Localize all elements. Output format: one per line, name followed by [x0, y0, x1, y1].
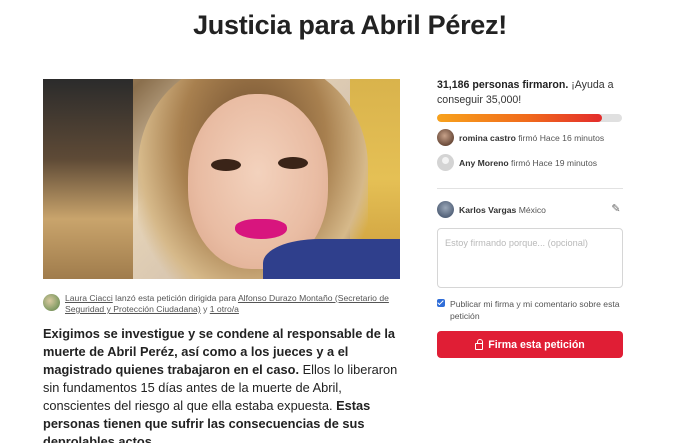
signer-name: romina castro: [459, 133, 516, 143]
signed-count-text: 31,186 personas firmaron.: [437, 79, 569, 91]
default-avatar-icon: [437, 154, 454, 171]
signer-action: firmó Hace 16 minutos: [515, 133, 605, 143]
current-user-location: México: [518, 205, 546, 215]
divider: [437, 188, 623, 189]
sign-sidebar: 31,186 personas firmaron. ¡Ayuda a conse…: [437, 78, 623, 358]
sign-button-label: Firma esta petición: [488, 338, 585, 351]
launcher-avatar: [43, 294, 60, 311]
reason-textarea[interactable]: [437, 228, 623, 288]
petition-description: Exigimos se investigue y se condene al r…: [43, 325, 403, 443]
current-user: Karlos Vargas México ✎: [437, 201, 623, 218]
pencil-icon[interactable]: ✎: [609, 202, 623, 216]
petition-photo: [43, 79, 400, 279]
signer-avatar: [437, 129, 454, 146]
publish-checkbox[interactable]: [437, 299, 445, 307]
signer-action: firmó Hace 19 minutos: [508, 158, 598, 168]
publish-checkbox-row[interactable]: Publicar mi firma y mi comentario sobre …: [437, 298, 623, 322]
sign-petition-button[interactable]: Firma esta petición: [437, 331, 623, 358]
launcher-middle-text: lanzó esta petición dirigida para: [112, 293, 238, 303]
progress-fill: [437, 114, 602, 122]
recent-signer: romina castro firmó Hace 16 minutos: [437, 129, 605, 146]
signer-name: Any Moreno: [459, 158, 509, 168]
launcher-name-link[interactable]: Laura Ciacci: [65, 293, 113, 303]
others-link[interactable]: 1 otro/a: [210, 304, 239, 314]
signature-progress-bar: [437, 114, 622, 122]
lock-icon: [475, 338, 484, 350]
petition-launcher-info: Laura Ciacci lanzó esta petición dirigid…: [43, 293, 400, 315]
current-user-name: Karlos Vargas: [459, 205, 517, 215]
current-user-avatar: [437, 201, 454, 218]
page-title: Justicia para Abril Pérez!: [193, 10, 507, 40]
launcher-conj-text: y: [200, 304, 210, 314]
recent-signer: Any Moreno firmó Hace 19 minutos: [437, 154, 598, 171]
publish-label: Publicar mi firma y mi comentario sobre …: [450, 299, 620, 321]
signature-count: 31,186 personas firmaron. ¡Ayuda a conse…: [437, 78, 623, 108]
